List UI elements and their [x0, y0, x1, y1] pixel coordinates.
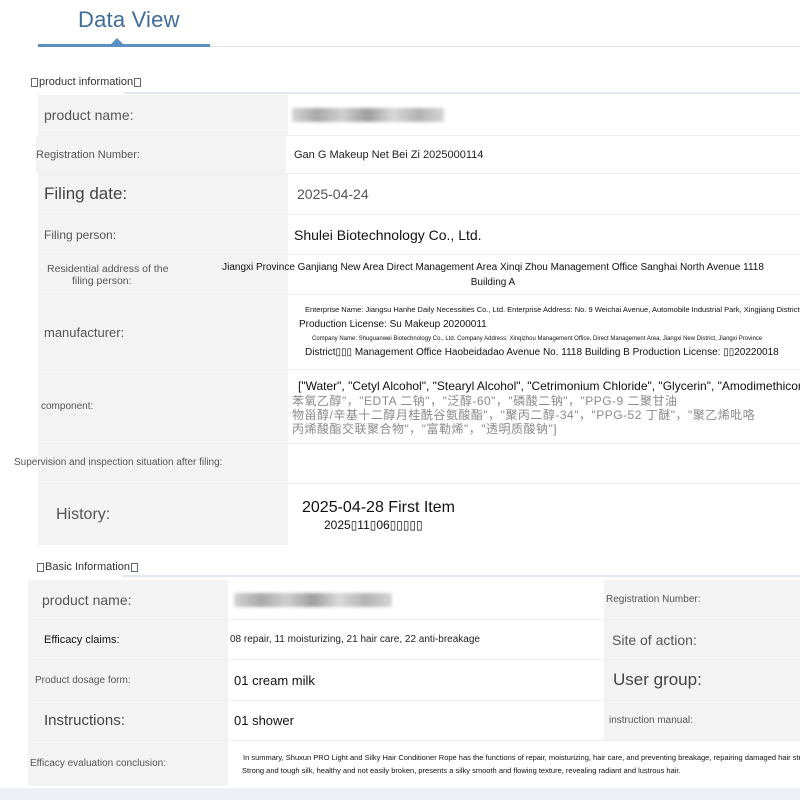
component-line: ["Water", "Cetyl Alcohol", "Stearyl Alco…: [298, 378, 800, 393]
bracket-glyph-icon: [134, 77, 142, 87]
manufacturer-line: Production License: Su Makeup 20200011: [299, 319, 487, 330]
label-registration-number-basic: Registration Number:: [604, 580, 800, 619]
value-manufacturer: Enterprise Name: Jiangsu Hanhe Daily Nec…: [288, 295, 800, 369]
value-filing-person: Shulei Biotechnology Co., Ltd.: [288, 215, 800, 254]
section-divider: [124, 92, 800, 94]
row-filing-person: Filing person: Shulei Biotechnology Co.,…: [38, 215, 800, 255]
row-instructions: Instructions: 01 shower instruction manu…: [28, 701, 800, 741]
label-efficacy-conclusion: Efficacy evaluation conclusion:: [28, 741, 228, 786]
value-instructions: 01 shower: [228, 701, 604, 740]
label-supervision: Supervision and inspection situation aft…: [14, 457, 223, 468]
row-filing-date: Filing date: 2025-04-24: [38, 174, 800, 215]
label-instructions: Instructions:: [28, 701, 228, 740]
label-site-of-action: Site of action:: [604, 620, 800, 659]
label-registration-number: Registration Number:: [36, 136, 286, 173]
label-filing-date: Filing date:: [38, 174, 288, 214]
value-residential-address: Jiangxi Province Ganjiang New Area Direc…: [222, 255, 764, 294]
manufacturer-line: Company Name: Shuguanwei Biotechnology C…: [312, 336, 763, 342]
component-line: 丙烯酸酯交联聚合物"，"富勒烯"，"透明质酸钠"]: [292, 421, 558, 436]
value-efficacy-conclusion: In summary, Shuxun PRO Light and Silky H…: [228, 741, 800, 786]
value-product-name: [288, 95, 800, 135]
label-product-name: product name:: [38, 95, 288, 135]
value-dosage-form: 01 cream milk: [228, 660, 604, 700]
row-manufacturer: manufacturer: Enterprise Name: Jiangsu H…: [38, 295, 800, 370]
section-title: Basic Information: [45, 561, 130, 573]
label-manufacturer: manufacturer:: [38, 295, 288, 369]
history-item: 2025▯11▯06▯▯▯▯▯: [324, 517, 423, 532]
row-efficacy-conclusion: Efficacy evaluation conclusion: In summa…: [28, 741, 800, 786]
label-efficacy-claims: Efficacy claims:: [28, 620, 228, 659]
active-tab-caret: [111, 38, 123, 44]
label-dosage-form: Product dosage form:: [28, 660, 228, 700]
section-title: product information: [39, 76, 134, 88]
value-efficacy-claims: 08 repair, 11 moisturizing, 21 hair care…: [228, 620, 604, 659]
value-registration-number: Gan G Makeup Net Bei Zi 2025000114: [288, 136, 800, 173]
label-instruction-manual: instruction manual:: [604, 701, 800, 740]
label-component: component:: [38, 370, 288, 443]
component-line: 苯氧乙醇"，"EDTA 二钠"，"泛醇-60"，"磷酸二钠"，"PPG-9 二聚…: [292, 393, 678, 408]
conclusion-line: In summary, Shuxun PRO Light and Silky H…: [243, 752, 800, 762]
component-line: 物甾醇/辛基十二醇月桂酰谷氨酸酯"，"聚丙二醇-34"，"PPG-52 丁醚"，…: [292, 407, 756, 422]
row-residential-address: Residential address of the filing person…: [38, 255, 800, 295]
page-title: Data View: [78, 7, 180, 32]
label-history: History:: [38, 484, 288, 545]
redacted-product-name: [234, 592, 392, 607]
manufacturer-line: District▯▯▯ Management Office Haobeidada…: [305, 347, 779, 358]
data-view-page: Data View product information product na…: [0, 0, 800, 800]
section-header-product-information: product information: [30, 76, 142, 88]
conclusion-line: Strong and tough silk, healthy and not e…: [242, 765, 681, 775]
row-efficacy-claims: Efficacy claims: 08 repair, 11 moisturiz…: [28, 620, 800, 660]
section-divider: [122, 575, 800, 577]
row-component: component: ["Water", "Cetyl Alcohol", "S…: [38, 370, 800, 444]
row-history: History: 2025-04-28 First Item 2025▯11▯0…: [38, 484, 800, 545]
value-component: ["Water", "Cetyl Alcohol", "Stearyl Alco…: [288, 370, 800, 443]
label-product-name-basic: product name:: [28, 580, 228, 619]
row-supervision: Supervision and inspection situation aft…: [14, 444, 800, 484]
basic-info-table: product name: Registration Number: Effic…: [28, 580, 800, 786]
manufacturer-line: Enterprise Name: Jiangsu Hanhe Daily Nec…: [305, 305, 800, 314]
history-item: 2025-04-28 First Item: [302, 498, 455, 516]
row-product-name: product name:: [38, 95, 800, 136]
row-registration-number: Registration Number: Gan G Makeup Net Be…: [36, 136, 800, 174]
section-header-basic-information: Basic Information: [36, 561, 139, 573]
address-line: Jiangxi Province Ganjiang New Area Direc…: [222, 261, 764, 273]
bracket-glyph-icon: [130, 562, 138, 572]
bottom-bar: [0, 788, 800, 800]
bracket-glyph-icon: [31, 77, 38, 87]
product-info-table: product name: Registration Number: Gan G…: [14, 95, 800, 545]
row-product-name-basic: product name: Registration Number:: [28, 580, 800, 620]
label-line: Residential address of the: [47, 262, 169, 275]
label-line: filing person:: [72, 274, 132, 287]
header-divider: [210, 46, 800, 47]
row-dosage-form: Product dosage form: 01 cream milk User …: [28, 660, 800, 701]
value-history: 2025-04-28 First Item 2025▯11▯06▯▯▯▯▯: [288, 484, 800, 545]
label-filing-person: Filing person:: [38, 215, 288, 254]
value-product-name-basic: [228, 580, 604, 619]
label-user-group: User group:: [604, 660, 800, 700]
value-filing-date: 2025-04-24: [288, 174, 800, 214]
bracket-glyph-icon: [37, 562, 44, 572]
address-line: Building A: [470, 276, 516, 288]
redacted-product-name: [292, 108, 444, 122]
active-tab-underline: [38, 44, 210, 47]
